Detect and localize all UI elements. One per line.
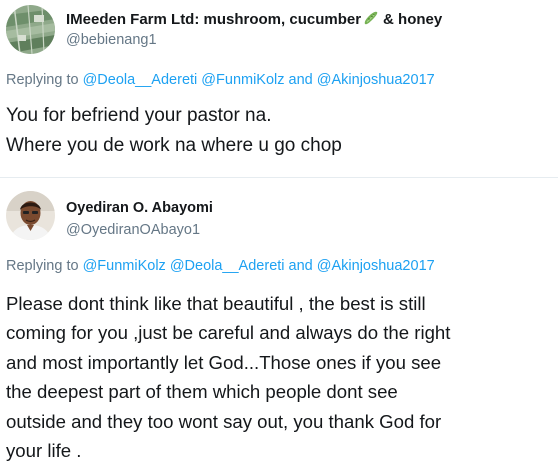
mention-conjunction: and (288, 258, 313, 274)
replying-to-label: Replying to (6, 258, 79, 274)
tweet-body-line: You for befriend your pastor na. (6, 105, 272, 126)
mention-conjunction: and (288, 72, 313, 88)
tweet-1[interactable]: IMeeden Farm Ltd: mushroom, cucumber & ho… (0, 0, 558, 178)
tweet-2[interactable]: Oyediran O. Abayomi @OyediranOAbayo1 Rep… (0, 178, 558, 468)
replying-to-label: Replying to (6, 72, 79, 88)
user-handle[interactable]: @OyediranOAbayo1 (66, 222, 200, 238)
mention-link[interactable]: @Deola__Adereti (170, 258, 285, 274)
tweet-body: Please dont think like that beautiful , … (6, 289, 554, 465)
mention-link[interactable]: @Deola__Adereti (83, 72, 198, 88)
user-handle[interactable]: @bebienang1 (66, 32, 157, 48)
mention-link[interactable]: @Akinjoshua2017 (317, 258, 435, 274)
tweet-body-line: Where you de work na where u go chop (6, 135, 342, 156)
farm-field-avatar-image (6, 5, 55, 54)
replying-to: Replying to @Deola__Adereti @FunmiKolz a… (6, 72, 435, 88)
replying-to: Replying to @FunmiKolz @Deola__Adereti a… (6, 258, 435, 274)
tweet-body-line: the deepest part of them which people do… (6, 381, 398, 403)
mention-link[interactable]: @FunmiKolz (83, 258, 166, 274)
tweet-body-line: outside and they too wont say out, you t… (6, 410, 442, 432)
avatar[interactable] (6, 5, 55, 54)
cucumber-emoji-icon (363, 10, 379, 30)
avatar[interactable] (6, 191, 55, 240)
tweet-body-line: and most importantly let God...Those one… (6, 351, 442, 373)
display-name-suffix[interactable]: & honey (383, 11, 442, 28)
display-name-text[interactable]: IMeeden Farm Ltd: mushroom, cucumber (66, 11, 361, 28)
tweet-body: You for befriend your pastor na. Where y… (6, 101, 554, 161)
display-name[interactable]: Oyediran O. Abayomi (66, 200, 213, 216)
mention-link[interactable]: @Akinjoshua2017 (317, 72, 435, 88)
display-name[interactable]: IMeeden Farm Ltd: mushroom, cucumber & ho… (66, 10, 442, 30)
tweet-body-line: Please dont think like that beautiful , … (6, 293, 426, 314)
tweet-body-line: coming for you ,just be careful and alwa… (6, 322, 451, 344)
person-avatar-image (6, 191, 55, 240)
tweet-body-line: your life . (6, 440, 82, 462)
mention-link[interactable]: @FunmiKolz (201, 72, 284, 88)
